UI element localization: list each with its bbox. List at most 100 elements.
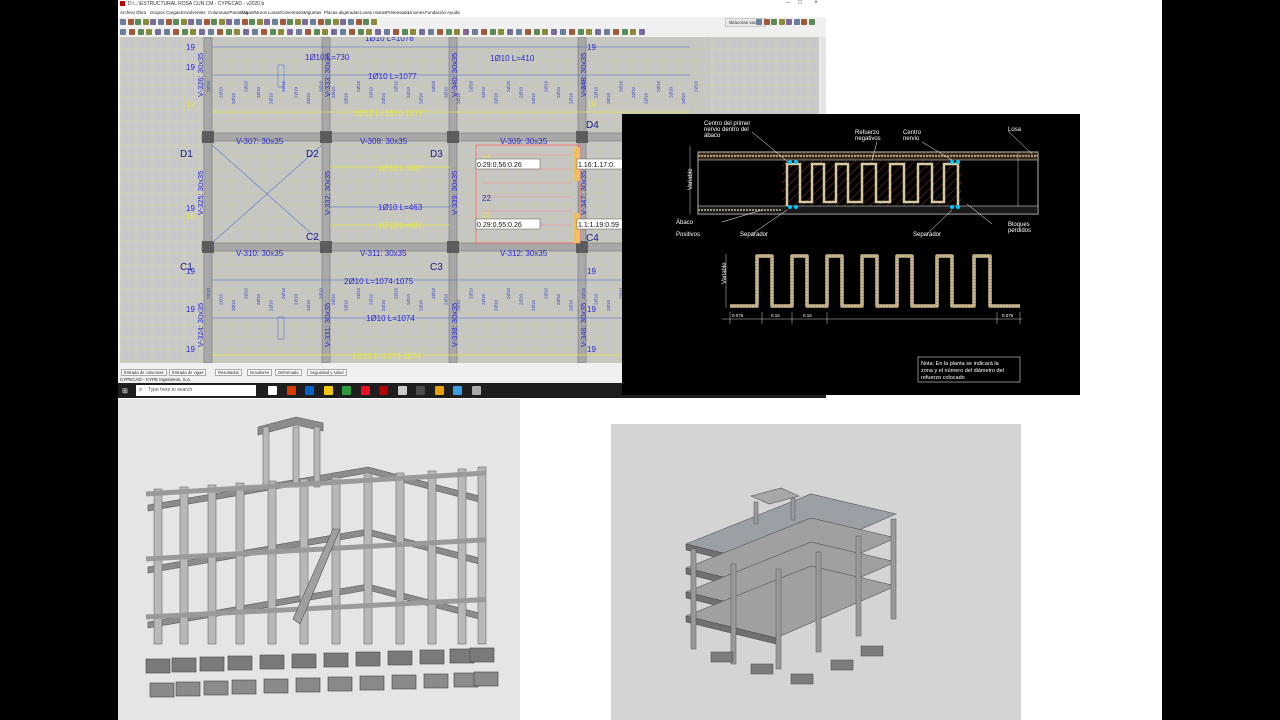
menu-item-12[interactable]: Uniones xyxy=(408,10,425,15)
toolbar-tool-icon[interactable] xyxy=(366,29,373,35)
menu-item-9[interactable]: Placas aligeradas xyxy=(324,10,360,15)
taskbar-app-icon[interactable] xyxy=(286,386,296,395)
toolbar-tool-icon[interactable] xyxy=(173,19,180,25)
toolbar-tool-icon[interactable] xyxy=(322,29,329,35)
toolbar-tool-icon[interactable] xyxy=(188,19,195,25)
toolbar-tool-icon[interactable] xyxy=(410,29,417,35)
toolbar-tool-icon[interactable] xyxy=(401,29,408,35)
taskbar-app-icon[interactable] xyxy=(305,386,314,395)
toolbar-tool-icon[interactable] xyxy=(507,29,514,35)
toolbar-tool-icon[interactable] xyxy=(363,19,370,25)
toolbar-tool-icon[interactable] xyxy=(630,29,637,35)
toolbar-tool-icon[interactable] xyxy=(348,29,355,35)
toolbar-tool-icon[interactable] xyxy=(332,19,339,25)
toolbar-tool-icon[interactable] xyxy=(128,29,135,35)
toolbar-tool-icon[interactable] xyxy=(604,29,610,35)
toolbar-tool-icon[interactable] xyxy=(612,29,619,35)
toolbar-tool-icon[interactable] xyxy=(524,29,531,35)
toolbar-tool-icon[interactable] xyxy=(146,29,153,35)
toolbar-tool-icon[interactable] xyxy=(340,29,346,35)
toolbar-tool-icon[interactable] xyxy=(142,19,149,25)
taskbar-app-icon[interactable] xyxy=(471,386,481,395)
toolbar-tool-icon[interactable] xyxy=(199,29,206,35)
taskbar-app-icon[interactable] xyxy=(434,386,444,395)
toolbar-tool-icon[interactable] xyxy=(436,29,443,35)
toolbar-tool-icon[interactable] xyxy=(120,19,126,25)
toolbar-tool-icon[interactable] xyxy=(428,29,434,35)
toolbar-tool-icon[interactable] xyxy=(208,29,214,35)
toolbar-tool-icon[interactable] xyxy=(480,29,487,35)
toolbar-tool-icon[interactable] xyxy=(577,29,584,35)
toolbar-tool-icon[interactable] xyxy=(203,19,210,25)
toolbar-tool-icon[interactable] xyxy=(375,29,382,35)
toolbar-tool-icon[interactable] xyxy=(243,29,250,35)
menu-item-13[interactable]: Fundación xyxy=(425,10,446,15)
toolbar-tool-icon[interactable] xyxy=(279,19,286,25)
toolbar-tool-icon[interactable] xyxy=(234,19,240,25)
toolbar-tool-icon[interactable] xyxy=(180,19,187,25)
menu-item-0[interactable]: Archivo xyxy=(120,10,135,15)
toolbar-tool-icon[interactable] xyxy=(241,19,248,25)
tab-3[interactable]: Isovalores xyxy=(247,369,273,376)
toolbar-tool-icon[interactable] xyxy=(158,19,164,25)
toolbar-tool-icon[interactable] xyxy=(348,19,354,25)
toolbar-tool-icon[interactable] xyxy=(325,19,332,25)
toolbar-tool-icon[interactable] xyxy=(137,29,144,35)
toolbar-tool-icon[interactable] xyxy=(287,29,294,35)
toolbar-tool-icon[interactable] xyxy=(249,19,256,25)
toolbar-tool-icon[interactable] xyxy=(302,19,309,25)
toolbar-tool-icon[interactable] xyxy=(463,29,470,35)
taskbar-app-icon[interactable] xyxy=(416,386,425,395)
toolbar-tool-icon[interactable] xyxy=(370,19,377,25)
minimize-button[interactable]: – xyxy=(782,0,794,6)
toolbar-tool-icon[interactable] xyxy=(164,29,170,35)
toolbar-tool-icon[interactable] xyxy=(472,29,478,35)
toolbar-tool-icon[interactable] xyxy=(384,29,390,35)
toolbar-tool-icon[interactable] xyxy=(256,19,263,25)
toolbar-tool-icon[interactable] xyxy=(560,29,566,35)
toolbar-tool-icon[interactable] xyxy=(331,29,338,35)
toolbar-tool-icon[interactable] xyxy=(304,29,311,35)
toolbar-tool-icon[interactable] xyxy=(778,19,785,25)
menu-item-10[interactable]: Losas mixtas xyxy=(360,10,386,15)
toolbar-tool-icon[interactable] xyxy=(313,29,320,35)
toolbar-tool-icon[interactable] xyxy=(269,29,276,35)
taskbar-app-icon[interactable] xyxy=(397,386,407,395)
taskbar-app-icon[interactable] xyxy=(379,386,388,395)
toolbar-tool-icon[interactable] xyxy=(264,19,271,25)
toolbar-tool-icon[interactable] xyxy=(155,29,162,35)
toolbar-tool-icon[interactable] xyxy=(771,19,777,25)
toolbar-tool-icon[interactable] xyxy=(763,19,770,25)
toolbar-tool-icon[interactable] xyxy=(340,19,347,25)
toolbar-tool-icon[interactable] xyxy=(225,29,232,35)
toolbar-tool-icon[interactable] xyxy=(216,29,223,35)
menu-item-6[interactable]: Vigas/Muros xyxy=(242,10,267,15)
taskbar-search-input[interactable]: ⌕ Type here to search xyxy=(136,385,256,396)
toolbar-tool-icon[interactable] xyxy=(165,19,172,25)
menu-item-7[interactable]: Losas/Cimentados xyxy=(268,10,305,15)
toolbar-tool-icon[interactable] xyxy=(445,29,452,35)
toolbar-tool-icon[interactable] xyxy=(595,29,602,35)
toolbar-tool-icon[interactable] xyxy=(357,29,364,35)
tab-2[interactable]: Resultados xyxy=(215,369,242,376)
toolbar-tool-icon[interactable] xyxy=(211,19,218,25)
toolbar-tool-icon[interactable] xyxy=(419,29,426,35)
menu-item-8[interactable]: Viguetas xyxy=(304,10,321,15)
toolbar-tool-icon[interactable] xyxy=(218,19,225,25)
menu-item-14[interactable]: Ayuda xyxy=(447,10,460,15)
close-button[interactable]: × xyxy=(810,0,822,6)
tab-1[interactable]: Entrada de vigas xyxy=(169,369,207,376)
menu-item-11[interactable]: Pretensado xyxy=(386,10,409,15)
toolbar-tool-icon[interactable] xyxy=(551,29,558,35)
toolbar-tool-icon[interactable] xyxy=(190,29,197,35)
toolbar-tool-icon[interactable] xyxy=(260,29,267,35)
toolbar-tool-icon[interactable] xyxy=(568,29,575,35)
toolbar-tool-icon[interactable] xyxy=(294,19,301,25)
toolbar-tool-icon[interactable] xyxy=(127,19,134,25)
taskbar-app-icon[interactable] xyxy=(342,386,351,395)
toolbar-tool-icon[interactable] xyxy=(533,29,540,35)
toolbar-tool-icon[interactable] xyxy=(793,19,800,25)
toolbar-tool-icon[interactable] xyxy=(586,29,593,35)
toolbar-tool-icon[interactable] xyxy=(272,19,278,25)
toolbar-tool-icon[interactable] xyxy=(287,19,294,25)
